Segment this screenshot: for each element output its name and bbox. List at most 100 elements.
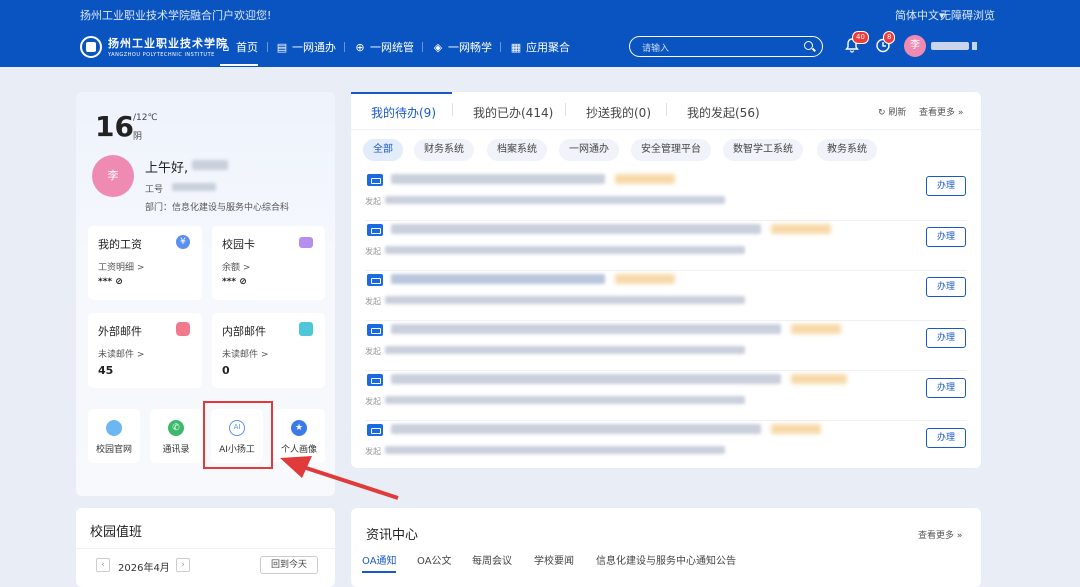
clock-count: 8 bbox=[883, 31, 896, 44]
tile-label: 通讯录 bbox=[162, 445, 190, 455]
logo-cn: 扬州工业职业技术学院 bbox=[108, 37, 228, 50]
task-row[interactable]: 发起 bbox=[365, 222, 967, 271]
prev-month-button[interactable]: ‹ bbox=[96, 558, 110, 572]
task-row[interactable]: 发起 bbox=[365, 172, 967, 221]
process-button[interactable]: 办理 bbox=[926, 227, 966, 247]
campus-duty-panel: 校园值班 bbox=[76, 508, 335, 587]
document-icon bbox=[367, 374, 383, 386]
document-icon bbox=[367, 174, 383, 186]
salary-value[interactable]: *** ⊘ bbox=[98, 277, 123, 287]
process-button[interactable]: 办理 bbox=[926, 277, 966, 297]
tile-contacts[interactable]: ✆ 通讯录 bbox=[150, 409, 202, 463]
logo-en: YANGZHOU POLYTECHNIC INSTITUTE bbox=[108, 52, 215, 58]
refresh-icon: ↻ bbox=[878, 108, 886, 118]
notification-button[interactable]: 40 bbox=[844, 31, 869, 55]
external-mail-card[interactable]: 外部邮件 未读邮件 > 45 bbox=[88, 313, 202, 388]
welcome-text: 扬州工业职业技术学院融合门户欢迎您! bbox=[80, 9, 272, 22]
phone-icon: ✆ bbox=[168, 420, 184, 436]
campus-card-title: 校园卡 bbox=[222, 238, 255, 251]
news-tab-it-center[interactable]: 信息化建设与服务中心通知公告 bbox=[596, 552, 736, 567]
filter-academic[interactable]: 教务系统 bbox=[817, 139, 877, 161]
process-button[interactable]: 办理 bbox=[926, 378, 966, 398]
cloud-icon bbox=[106, 420, 122, 436]
next-month-button[interactable]: › bbox=[176, 558, 190, 572]
news-tab-underline bbox=[362, 571, 396, 573]
salary-detail-link[interactable]: 工资明细 > bbox=[98, 260, 144, 273]
filter-archives[interactable]: 档案系统 bbox=[487, 139, 547, 161]
tab-my-initiated[interactable]: 我的发起(56) bbox=[687, 104, 760, 121]
school-emblem-icon bbox=[80, 35, 102, 58]
highlight-box bbox=[203, 401, 273, 469]
filter-student-affairs[interactable]: 数智学工系统 bbox=[723, 139, 803, 161]
row-prefix: 发起 bbox=[365, 347, 381, 356]
news-tab-oa-notice[interactable]: OA通知 bbox=[362, 552, 397, 567]
salary-card[interactable]: 我的工资 ¥ 工资明细 > *** ⊘ bbox=[88, 226, 202, 300]
news-tab-weekly-meeting[interactable]: 每周会议 bbox=[472, 552, 512, 567]
back-to-today-button[interactable]: 回到今天 bbox=[260, 556, 318, 574]
external-unread-link[interactable]: 未读邮件 > bbox=[98, 347, 144, 360]
task-row[interactable]: 发起 bbox=[365, 422, 967, 468]
grid-icon: ▦ bbox=[510, 40, 522, 54]
row-prefix: 发起 bbox=[365, 247, 381, 256]
tab-cc-me[interactable]: 抄送我的(0) bbox=[586, 104, 651, 121]
external-mail-title: 外部邮件 bbox=[98, 325, 142, 338]
document-icon bbox=[367, 324, 383, 336]
user-name-masked[interactable] bbox=[931, 42, 969, 50]
balance-link[interactable]: 余额 > bbox=[222, 260, 250, 273]
process-button[interactable]: 办理 bbox=[926, 428, 966, 448]
campus-card[interactable]: 校园卡 余额 > *** ⊘ bbox=[212, 226, 325, 300]
mail-icon bbox=[176, 322, 190, 336]
search-icon[interactable] bbox=[804, 41, 813, 50]
nav-home[interactable]: ⌂ 首页 bbox=[220, 39, 258, 66]
notification-count: 40 bbox=[852, 31, 869, 44]
news-tab-oa-document[interactable]: OA公文 bbox=[417, 552, 452, 567]
task-row[interactable]: 发起 bbox=[365, 372, 967, 421]
profile-avatar[interactable]: 李 bbox=[92, 155, 134, 197]
row-prefix: 发起 bbox=[365, 297, 381, 306]
nav-one-network-learning[interactable]: ◈ 一网畅学 bbox=[432, 39, 492, 55]
row-prefix: 发起 bbox=[365, 447, 381, 456]
tab-my-todo[interactable]: 我的待办(9) bbox=[371, 104, 436, 121]
tile-campus-website[interactable]: 校园官网 bbox=[88, 409, 140, 463]
school-logo[interactable]: 扬州工业职业技术学院 YANGZHOU POLYTECHNIC INSTITUT… bbox=[80, 35, 228, 58]
document-icon bbox=[367, 224, 383, 236]
tab-my-done[interactable]: 我的已办(414) bbox=[473, 104, 553, 121]
duty-title: 校园值班 bbox=[90, 525, 143, 540]
search-input[interactable]: 请输入 bbox=[629, 36, 823, 57]
weather-temperature: 16 bbox=[95, 110, 134, 143]
search-placeholder: 请输入 bbox=[642, 44, 670, 54]
internal-mail-card[interactable]: 内部邮件 未读邮件 > 0 bbox=[212, 313, 325, 388]
filter-safety[interactable]: 安全管理平台 bbox=[631, 139, 711, 161]
view-more-tasks[interactable]: 查看更多 » bbox=[919, 105, 963, 118]
process-button[interactable]: 办理 bbox=[926, 176, 966, 196]
home-icon: ⌂ bbox=[222, 40, 230, 54]
news-tab-school-news[interactable]: 学校要闻 bbox=[534, 552, 574, 567]
view-more-news[interactable]: 查看更多 » bbox=[918, 528, 962, 541]
nav-one-network-management[interactable]: ⊕ 一网统管 bbox=[354, 39, 414, 55]
task-row[interactable]: 发起 bbox=[365, 272, 967, 321]
briefcase-icon: ▤ bbox=[276, 40, 288, 54]
graduation-cap-icon: ◈ bbox=[433, 40, 443, 54]
document-icon bbox=[367, 424, 383, 436]
weather-range: /12℃ bbox=[133, 113, 158, 123]
internal-unread-link[interactable]: 未读邮件 > bbox=[222, 347, 268, 360]
task-row[interactable]: 发起 bbox=[365, 322, 967, 371]
language-switch[interactable]: 简体中文▾ bbox=[895, 7, 945, 23]
main-nav: 扬州工业职业技术学院 YANGZHOU POLYTECHNIC INSTITUT… bbox=[0, 26, 1080, 67]
filter-finance[interactable]: 财务系统 bbox=[414, 139, 474, 161]
refresh-button[interactable]: ↻ 刷新 bbox=[878, 105, 906, 118]
accessibility-link[interactable]: 无障碍浏览 bbox=[940, 7, 995, 23]
nav-one-stop-service[interactable]: ▤ 一网通办 bbox=[276, 39, 336, 55]
globe-icon: ⊕ bbox=[355, 40, 365, 54]
row-prefix: 发起 bbox=[365, 197, 381, 206]
process-button[interactable]: 办理 bbox=[926, 328, 966, 348]
user-name-masked bbox=[192, 160, 228, 170]
balance-value[interactable]: *** ⊘ bbox=[222, 277, 247, 287]
news-title: 资讯中心 bbox=[366, 528, 419, 543]
user-avatar[interactable]: 李 bbox=[904, 35, 926, 57]
filter-all[interactable]: 全部 bbox=[363, 139, 403, 161]
todo-clock-button[interactable]: 8 bbox=[875, 31, 896, 55]
row-prefix: 发起 bbox=[365, 397, 381, 406]
filter-one-stop[interactable]: 一网通办 bbox=[559, 139, 619, 161]
nav-app-aggregation[interactable]: ▦ 应用聚合 bbox=[510, 39, 570, 55]
